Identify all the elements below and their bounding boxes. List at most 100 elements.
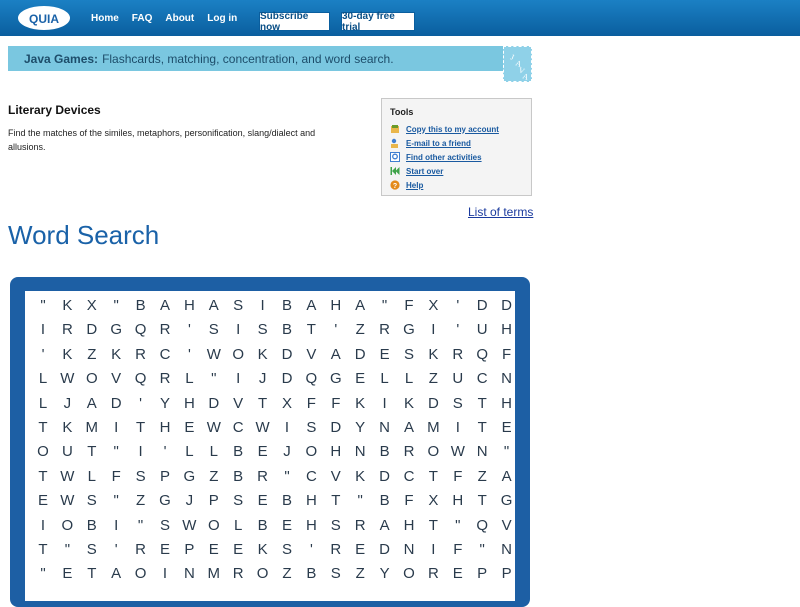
grid-letter[interactable]: P xyxy=(153,465,177,489)
copy-to-account-link[interactable]: Copy this to my account xyxy=(390,123,499,135)
grid-letter[interactable]: K xyxy=(104,343,128,367)
grid-letter[interactable]: A xyxy=(495,465,519,489)
grid-letter[interactable]: D xyxy=(373,538,397,562)
grid-letter[interactable]: W xyxy=(55,367,79,391)
grid-letter[interactable]: " xyxy=(446,514,470,538)
grid-letter[interactable]: " xyxy=(31,562,55,586)
grid-letter[interactable]: ' xyxy=(446,294,470,318)
grid-letter[interactable]: " xyxy=(470,538,494,562)
grid-letter[interactable]: N xyxy=(177,562,201,586)
grid-letter[interactable]: Y xyxy=(153,392,177,416)
grid-letter[interactable]: U xyxy=(55,440,79,464)
grid-letter[interactable]: T xyxy=(421,514,445,538)
grid-letter[interactable]: L xyxy=(373,367,397,391)
grid-letter[interactable]: S xyxy=(324,514,348,538)
nav-about-link[interactable]: About xyxy=(165,13,194,24)
grid-letter[interactable]: G xyxy=(104,318,128,342)
grid-letter[interactable]: S xyxy=(324,562,348,586)
grid-letter[interactable]: O xyxy=(202,514,226,538)
grid-letter[interactable]: B xyxy=(275,489,299,513)
grid-letter[interactable]: E xyxy=(31,489,55,513)
grid-letter[interactable]: F xyxy=(495,343,519,367)
grid-letter[interactable]: W xyxy=(446,440,470,464)
word-search-grid[interactable]: " K X " B A H A S I B A H A " F X ' D D I R D G Q R ' S I S B T ' Z R G I ' U H… xyxy=(25,291,515,601)
grid-letter[interactable]: K xyxy=(251,538,275,562)
grid-letter[interactable]: ' xyxy=(129,392,153,416)
grid-letter[interactable]: O xyxy=(80,367,104,391)
grid-letter[interactable]: O xyxy=(421,440,445,464)
grid-letter[interactable]: K xyxy=(348,392,372,416)
grid-letter[interactable]: M xyxy=(421,416,445,440)
grid-letter[interactable]: W xyxy=(55,465,79,489)
grid-letter[interactable]: " xyxy=(129,514,153,538)
grid-letter[interactable]: C xyxy=(153,343,177,367)
grid-letter[interactable]: A xyxy=(373,514,397,538)
grid-letter[interactable]: R xyxy=(226,562,250,586)
grid-letter[interactable]: H xyxy=(397,514,421,538)
list-of-terms-link[interactable]: List of terms xyxy=(468,205,533,219)
grid-letter[interactable]: I xyxy=(31,514,55,538)
grid-letter[interactable]: K xyxy=(251,343,275,367)
grid-letter[interactable]: D xyxy=(80,318,104,342)
grid-letter[interactable]: S xyxy=(299,416,323,440)
grid-letter[interactable]: Z xyxy=(470,465,494,489)
grid-letter[interactable]: M xyxy=(80,416,104,440)
grid-letter[interactable]: H xyxy=(177,294,201,318)
grid-letter[interactable]: D xyxy=(470,294,494,318)
grid-letter[interactable]: M xyxy=(202,562,226,586)
grid-letter[interactable]: A xyxy=(348,294,372,318)
grid-letter[interactable]: K xyxy=(348,465,372,489)
grid-letter[interactable]: " xyxy=(373,294,397,318)
grid-letter[interactable]: " xyxy=(104,440,128,464)
grid-letter[interactable]: S xyxy=(80,538,104,562)
grid-letter[interactable]: Y xyxy=(373,562,397,586)
grid-letter[interactable]: B xyxy=(373,489,397,513)
grid-letter[interactable]: H xyxy=(299,514,323,538)
grid-letter[interactable]: S xyxy=(202,318,226,342)
grid-letter[interactable]: X xyxy=(421,489,445,513)
grid-letter[interactable]: H xyxy=(299,489,323,513)
grid-letter[interactable]: N xyxy=(495,538,519,562)
grid-letter[interactable]: A xyxy=(299,294,323,318)
grid-letter[interactable]: " xyxy=(348,489,372,513)
grid-letter[interactable]: C xyxy=(226,416,250,440)
grid-letter[interactable]: D xyxy=(373,465,397,489)
grid-letter[interactable]: Q xyxy=(470,343,494,367)
grid-letter[interactable]: F xyxy=(299,392,323,416)
grid-letter[interactable]: L xyxy=(80,465,104,489)
grid-letter[interactable]: S xyxy=(251,318,275,342)
grid-letter[interactable]: " xyxy=(275,465,299,489)
grid-letter[interactable]: R xyxy=(397,440,421,464)
grid-letter[interactable]: O xyxy=(397,562,421,586)
grid-letter[interactable]: H xyxy=(153,416,177,440)
grid-letter[interactable]: K xyxy=(397,392,421,416)
grid-letter[interactable]: " xyxy=(31,294,55,318)
grid-letter[interactable]: F xyxy=(397,294,421,318)
grid-letter[interactable]: E xyxy=(202,538,226,562)
grid-letter[interactable]: D xyxy=(275,367,299,391)
grid-letter[interactable]: J xyxy=(251,367,275,391)
grid-letter[interactable]: B xyxy=(275,294,299,318)
grid-letter[interactable]: T xyxy=(421,465,445,489)
grid-letter[interactable]: W xyxy=(202,416,226,440)
grid-letter[interactable]: E xyxy=(251,489,275,513)
grid-letter[interactable]: K xyxy=(55,294,79,318)
grid-letter[interactable]: S xyxy=(226,294,250,318)
grid-letter[interactable]: D xyxy=(275,343,299,367)
grid-letter[interactable]: B xyxy=(299,562,323,586)
grid-letter[interactable]: O xyxy=(55,514,79,538)
grid-letter[interactable]: L xyxy=(177,367,201,391)
grid-letter[interactable]: I xyxy=(446,416,470,440)
grid-letter[interactable]: L xyxy=(202,440,226,464)
grid-letter[interactable]: S xyxy=(446,392,470,416)
grid-letter[interactable]: T xyxy=(470,489,494,513)
grid-letter[interactable]: N xyxy=(495,367,519,391)
grid-letter[interactable]: R xyxy=(153,367,177,391)
grid-letter[interactable]: Y xyxy=(348,416,372,440)
grid-letter[interactable]: E xyxy=(177,416,201,440)
grid-letter[interactable]: B xyxy=(226,465,250,489)
grid-letter[interactable]: P xyxy=(202,489,226,513)
grid-letter[interactable]: A xyxy=(202,294,226,318)
grid-letter[interactable]: B xyxy=(251,514,275,538)
grid-letter[interactable]: I xyxy=(251,294,275,318)
